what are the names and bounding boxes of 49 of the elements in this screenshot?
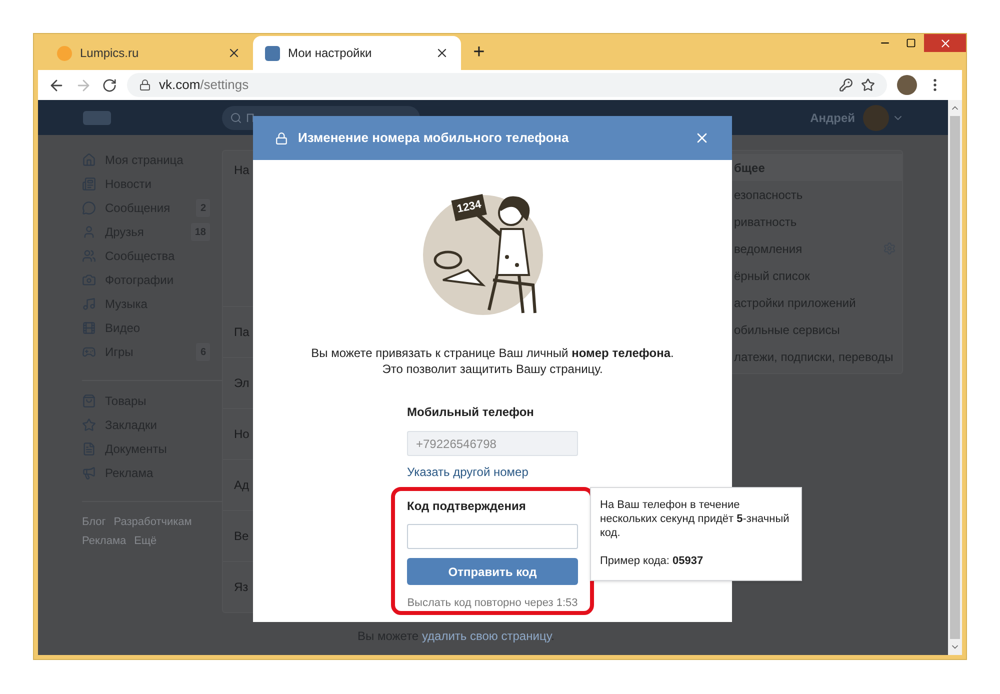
address-field[interactable]: vk.com/settings [127,73,887,97]
maximize-icon [906,38,916,48]
change-number-link[interactable]: Указать другой номер [407,463,578,481]
browser-tab[interactable]: Lumpics.ru [45,36,253,70]
code-example: Пример кода: 05937 [600,554,704,568]
footer-link[interactable]: Блог [82,514,106,530]
code-field[interactable] [407,524,578,549]
person-icon [82,225,96,239]
scrollbar-thumb[interactable] [950,116,960,639]
intro-text: Вы можете привязать к странице Ваш личный номер телефона. [311,345,674,361]
star-icon [82,418,96,432]
browser-tab[interactable]: Мои настройки [253,36,461,70]
close-icon [938,36,952,50]
new-tab-button[interactable]: + [467,40,491,64]
hint-text: На Ваш телефон в течение нескольких секунд придёт 5-значный код. [600,498,790,540]
lock-icon [139,79,151,91]
intro-text: Это позволит защитить Вашу страницу. [382,361,603,377]
phone-label: Мобильный телефон [407,404,535,421]
newspaper-icon [82,177,96,191]
modal-title: Изменение номера мобильного телефона [298,129,570,148]
music-note-icon [82,297,96,311]
close-icon[interactable] [227,46,241,60]
people-icon [82,249,96,263]
megaphone-icon [82,466,96,480]
footer-link[interactable]: Разработчикам [114,514,192,530]
house-icon [82,153,96,167]
code-label: Код подтверждения [407,498,527,515]
send-code-button[interactable]: Отправить код [407,558,578,585]
search-icon [230,112,242,124]
star-icon[interactable] [861,78,875,92]
lock-icon [275,132,288,144]
key-icon[interactable] [839,78,853,92]
chat-bubble-icon [82,201,96,215]
document-icon [82,442,96,456]
footer-link[interactable]: Ещё [134,532,157,549]
close-icon[interactable] [435,46,449,60]
footer-link[interactable]: Реклама [82,532,126,549]
avatar-placeholder[interactable] [897,75,917,95]
close-button[interactable] [924,34,966,52]
site-favicon-icon [57,46,72,60]
resend-note: Выслать код повторно через 1:53 [407,596,578,611]
bag-icon [82,394,96,408]
url-text: vk.com/settings [159,76,250,94]
camera-icon [82,273,96,287]
film-icon [82,321,96,335]
user-name[interactable]: Андрей [810,108,855,126]
delete-page-link[interactable]: удалить свою страницу [422,629,552,643]
gamepad-icon [82,345,96,359]
reload-icon[interactable] [102,78,117,92]
